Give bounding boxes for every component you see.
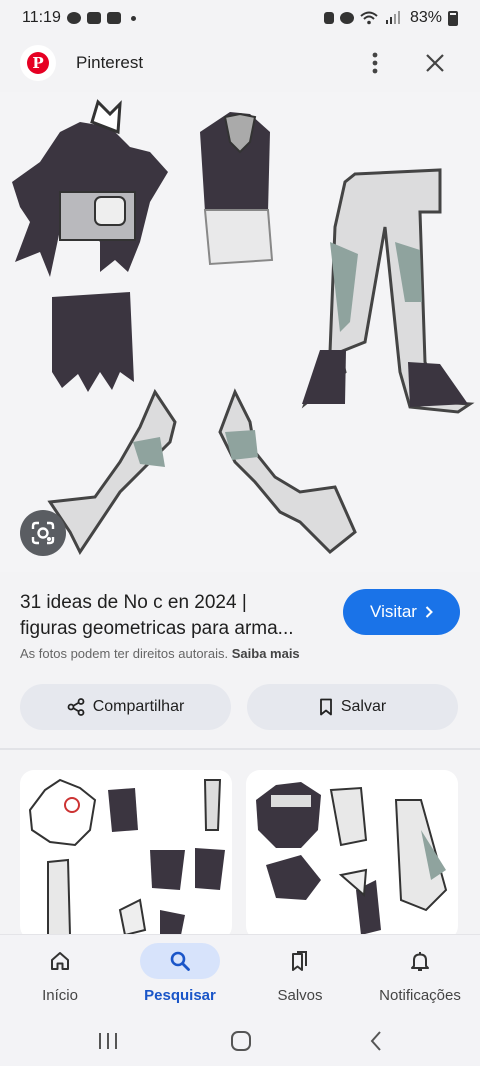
result-title[interactable]: 31 ideas de No c en 2024 | figuras geome… xyxy=(20,590,330,642)
chat-notification-icon xyxy=(66,12,81,24)
gallery-notification-icon xyxy=(106,12,121,24)
visit-label: Visitar xyxy=(370,602,417,621)
source-title: Pinterest xyxy=(76,53,144,72)
back-system-button[interactable] xyxy=(362,1026,390,1056)
related-image-1[interactable] xyxy=(20,770,232,940)
wifi-icon xyxy=(360,11,378,25)
copyright-notice: As fotos podem ter direitos autorais. Sa… xyxy=(20,646,300,661)
bell-icon xyxy=(411,952,429,971)
lens-icon xyxy=(31,521,55,545)
more-vert-icon xyxy=(372,52,378,74)
nav-item-saved[interactable]: Salvos xyxy=(245,943,355,1004)
nav-item-home[interactable]: Início xyxy=(5,943,115,1004)
signal-icon xyxy=(385,11,400,24)
home-system-button[interactable] xyxy=(226,1026,256,1056)
avatar-notification-icon xyxy=(86,12,101,24)
chevron-right-icon xyxy=(425,606,433,618)
alarm-icon xyxy=(339,12,354,24)
share-button[interactable]: Compartilhar xyxy=(20,684,231,730)
related-image-1-art xyxy=(28,778,225,940)
home-circle-icon xyxy=(231,1031,251,1051)
search-icon xyxy=(170,951,190,971)
close-button[interactable] xyxy=(418,46,452,80)
save-button[interactable]: Salvar xyxy=(247,684,458,730)
related-image-2[interactable] xyxy=(246,770,458,940)
battery-icon xyxy=(448,10,458,26)
nav-item-search[interactable]: Pesquisar xyxy=(125,943,235,1004)
nav-label-search: Pesquisar xyxy=(144,987,216,1004)
home-icon-wrap xyxy=(20,943,100,979)
status-time: 11:19 xyxy=(22,9,61,26)
bell-icon-wrap xyxy=(380,943,460,979)
header: P Pinterest xyxy=(0,40,480,86)
search-icon-wrap xyxy=(140,943,220,979)
google-lens-button[interactable] xyxy=(20,510,66,556)
more-notifications-dot xyxy=(130,15,136,21)
close-icon xyxy=(426,54,444,72)
visit-button[interactable]: Visitar xyxy=(343,589,460,635)
character-parts-illustration xyxy=(12,99,475,555)
nav-label-notifications: Notificações xyxy=(379,987,461,1004)
recent-apps-icon xyxy=(99,1033,117,1049)
status-bar: 11:19 83% xyxy=(0,0,480,36)
nav-label-home: Início xyxy=(42,987,78,1004)
nav-label-saved: Salvos xyxy=(277,987,323,1004)
back-arrow-icon xyxy=(370,1031,381,1051)
system-navigation-bar xyxy=(0,1016,480,1066)
bookmarks-icon-wrap xyxy=(260,943,340,979)
save-label: Salvar xyxy=(340,698,387,715)
pinterest-logo: P xyxy=(20,45,56,81)
result-title-line-2: figuras geometricas para arma... xyxy=(20,618,294,639)
copyright-text: As fotos podem ter direitos autorais. xyxy=(20,646,229,661)
recent-apps-button[interactable] xyxy=(94,1026,122,1056)
more-options-button[interactable] xyxy=(358,46,392,80)
nav-item-notifications[interactable]: Notificações xyxy=(365,943,475,1004)
bookmark-icon xyxy=(319,698,332,716)
bookmarks-icon xyxy=(292,951,307,971)
learn-more-link[interactable]: Saiba mais xyxy=(232,646,300,661)
lock-icon xyxy=(323,12,334,24)
main-result-image[interactable] xyxy=(0,92,480,572)
bottom-navigation: Início Pesquisar Salvos Notificações xyxy=(0,934,480,1016)
divider xyxy=(0,748,480,750)
share-icon xyxy=(67,698,85,716)
result-title-line-1: 31 ideas de No c en 2024 | xyxy=(20,592,247,613)
home-icon xyxy=(51,952,69,970)
battery-percent: 83% xyxy=(409,9,442,26)
related-image-2-art xyxy=(256,782,448,935)
share-label: Compartilhar xyxy=(92,698,185,715)
